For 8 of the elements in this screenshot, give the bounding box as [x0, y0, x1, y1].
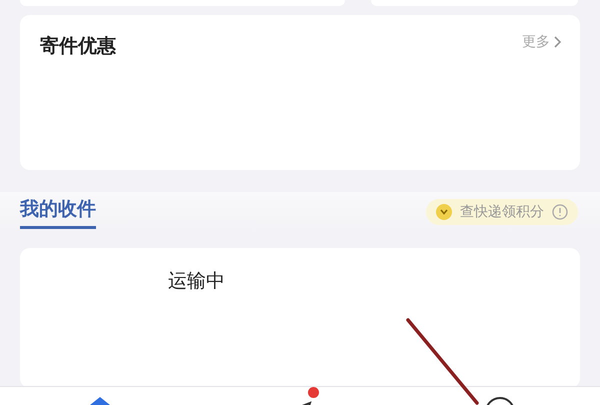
coin-icon — [436, 204, 452, 220]
chevron-right-icon — [554, 36, 562, 48]
more-link[interactable]: 更多 — [522, 33, 562, 51]
parcel-status: 运输中 — [168, 270, 225, 292]
banner-text: 查快递领积分 — [460, 203, 544, 221]
card-title: 寄件优惠 — [40, 34, 116, 59]
points-banner[interactable]: 查快递领积分 — [426, 199, 578, 225]
section-tab[interactable]: 我的收件 — [20, 196, 96, 228]
